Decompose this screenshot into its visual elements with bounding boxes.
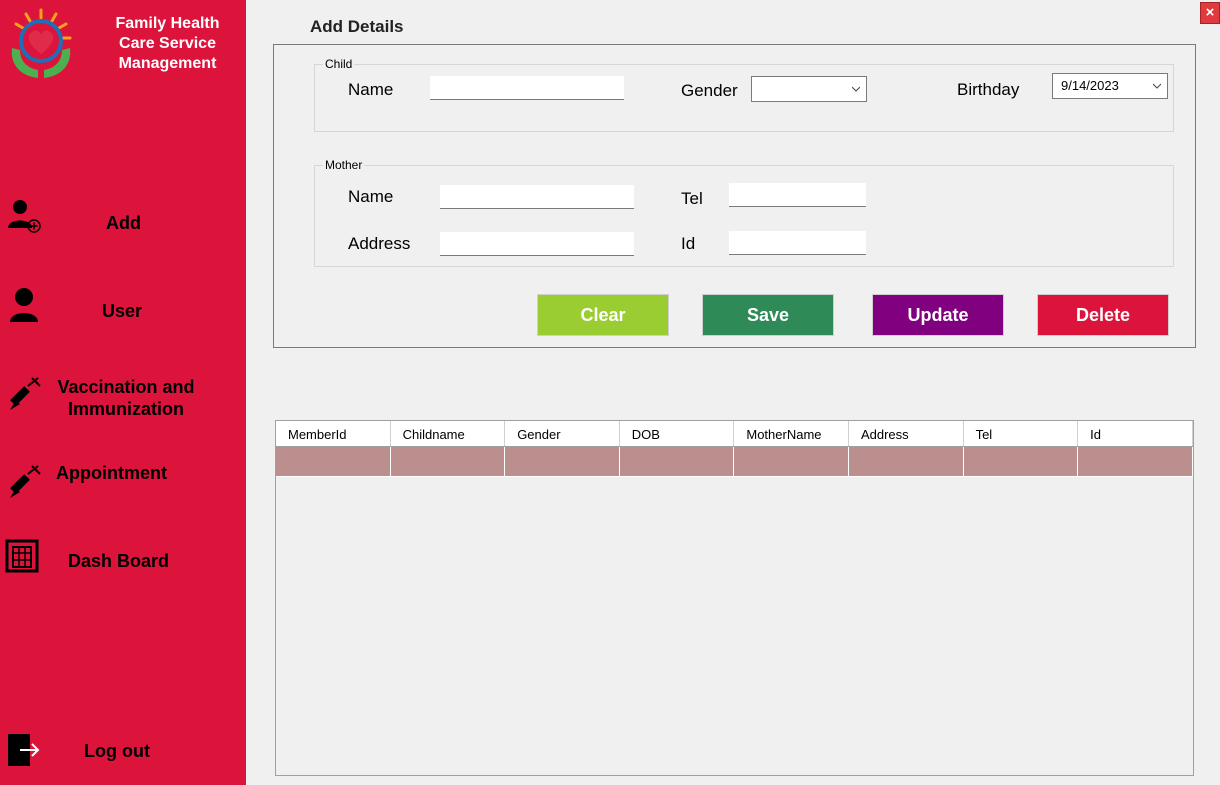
sidebar: Family Health Care Service Management Ad…	[0, 0, 246, 785]
column-header[interactable]: Id	[1078, 421, 1193, 446]
address-input[interactable]	[440, 232, 634, 256]
update-button[interactable]: Update	[872, 294, 1004, 336]
app-brand-title: Family Health Care Service Management	[100, 14, 235, 74]
nav-item-dashboard[interactable]: Dash Board	[0, 536, 246, 586]
table-cell[interactable]	[848, 447, 964, 477]
close-button[interactable]: ×	[1200, 2, 1220, 24]
nav-label-user: User	[102, 301, 143, 321]
birthday-date-picker[interactable]: 9/14/2023	[1052, 73, 1168, 99]
column-header[interactable]: DOB	[620, 421, 735, 446]
clear-button[interactable]: Clear	[537, 294, 669, 336]
id-input[interactable]	[729, 231, 866, 255]
syringe-icon	[10, 377, 41, 410]
dashboard-grid-icon	[5, 539, 39, 573]
nav-item-vaccination[interactable]: Vaccination and Immunization	[0, 372, 246, 428]
nav-label-vaccination-line-2: Immunization	[68, 399, 184, 419]
delete-button[interactable]: Delete	[1037, 294, 1169, 336]
column-header[interactable]: MemberId	[276, 421, 391, 446]
mother-group: Mother Name Tel Address Id	[314, 158, 1174, 267]
mother-name-label: Name	[348, 187, 394, 206]
nav-label-appointment: Appointment	[56, 463, 167, 483]
add-user-icon	[8, 200, 41, 233]
logout-icon	[8, 734, 40, 766]
column-header[interactable]: Gender	[505, 421, 620, 446]
column-header[interactable]: MotherName	[734, 421, 849, 446]
members-table[interactable]: MemberId Childname Gender DOB MotherName…	[275, 420, 1194, 776]
nav-label-logout: Log out	[84, 741, 150, 761]
child-group: Child Name Gender Birthday 9/14/2023	[314, 57, 1174, 132]
nav-item-appointment[interactable]: Appointment	[0, 456, 246, 506]
table-cell[interactable]	[505, 447, 620, 477]
nav-label-vaccination-line-1: Vaccination and	[57, 377, 195, 397]
brand-line-3: Management	[118, 55, 217, 72]
child-group-legend: Child	[323, 57, 355, 71]
table-cell[interactable]	[390, 447, 506, 477]
mother-group-legend: Mother	[323, 158, 365, 172]
column-header[interactable]: Childname	[391, 421, 506, 446]
child-name-input[interactable]	[430, 76, 624, 100]
family-health-logo-icon	[11, 8, 72, 78]
page-title: Add Details	[310, 17, 404, 36]
gender-select[interactable]	[751, 76, 867, 102]
mother-name-input[interactable]	[440, 185, 634, 209]
table-header: MemberId Childname Gender DOB MotherName…	[276, 421, 1193, 447]
nav-item-user[interactable]: User	[0, 284, 246, 334]
table-cell[interactable]	[1078, 447, 1193, 477]
table-cell[interactable]	[734, 447, 849, 477]
tel-input[interactable]	[729, 183, 866, 207]
nav-label-vaccination: Vaccination and Immunization	[46, 376, 206, 420]
brand-line-2: Care Service	[119, 35, 216, 52]
birthday-value: 9/14/2023	[1061, 78, 1119, 93]
nav-label-dashboard: Dash Board	[68, 551, 170, 571]
syringe-icon	[10, 465, 41, 498]
save-button[interactable]: Save	[702, 294, 834, 336]
id-label: Id	[681, 234, 696, 253]
tel-label: Tel	[681, 189, 703, 208]
table-row[interactable]	[276, 447, 1193, 477]
table-cell[interactable]	[276, 447, 391, 477]
address-label: Address	[348, 234, 411, 253]
table-cell[interactable]	[963, 447, 1079, 477]
brand-line-1: Family Health	[115, 15, 220, 32]
child-name-label: Name	[348, 80, 394, 99]
user-icon	[10, 288, 38, 322]
nav-label-add: Add	[106, 213, 141, 233]
nav-item-logout[interactable]: Log out	[0, 728, 246, 778]
nav-item-add[interactable]: Add	[0, 196, 246, 246]
chevron-down-icon	[1153, 83, 1161, 89]
column-header[interactable]: Address	[849, 421, 964, 446]
birthday-label: Birthday	[957, 80, 1020, 99]
table-cell[interactable]	[619, 447, 735, 477]
chevron-down-icon	[852, 86, 860, 92]
gender-label: Gender	[681, 81, 738, 100]
column-header[interactable]: Tel	[964, 421, 1079, 446]
